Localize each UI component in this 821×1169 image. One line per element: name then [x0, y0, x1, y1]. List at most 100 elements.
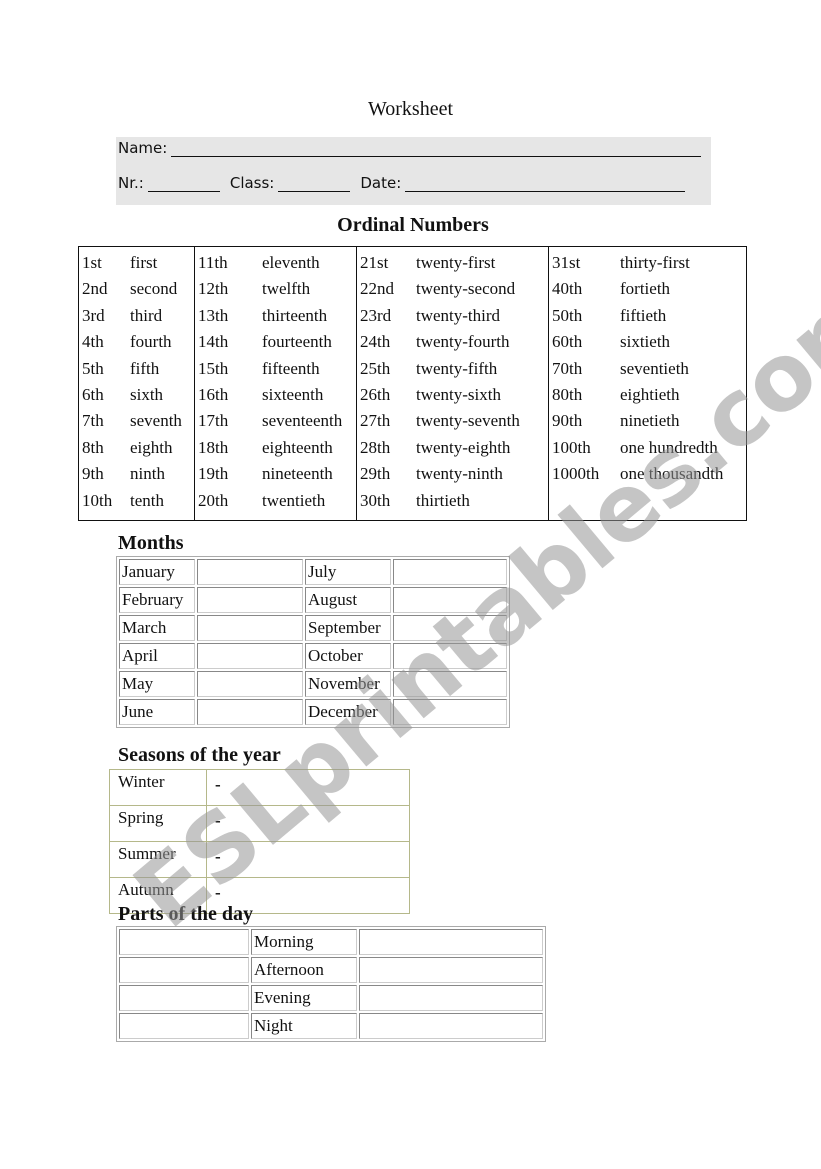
- ordinal-row: 22nd twenty-second: [360, 276, 546, 302]
- ordinal-row: 5th fifth: [82, 356, 192, 382]
- label-cell: February: [119, 587, 195, 613]
- answer-cell[interactable]: [119, 957, 249, 983]
- ordinal-word: seventieth: [620, 358, 689, 378]
- ordinal-number: 21st: [360, 253, 389, 272]
- label-cell: September: [305, 615, 391, 641]
- ordinal-number: 22nd: [360, 279, 394, 299]
- ordinal-word: fifteenth: [262, 358, 320, 378]
- answer-cell[interactable]: [393, 671, 507, 697]
- ordinal-word: sixth: [130, 384, 164, 404]
- part-of-day-row: Morning: [119, 929, 543, 955]
- name-field[interactable]: [171, 142, 702, 157]
- season-name: Summer: [109, 841, 207, 878]
- ordinal-numbers-heading: Ordinal Numbers: [337, 214, 489, 236]
- ordinal-number: 17th: [198, 411, 229, 431]
- ordinal-row: 10th tenth: [82, 488, 192, 514]
- ordinal-row: 23rd twenty-third: [360, 303, 546, 329]
- ordinal-word: fourteenth: [262, 332, 332, 352]
- ordinal-word: eightieth: [620, 384, 680, 404]
- label-cell: Afternoon: [251, 957, 357, 983]
- answer-cell[interactable]: [359, 985, 543, 1011]
- student-info-box: Name: Nr.: Class: Date:: [116, 137, 711, 205]
- ordinal-row: 2nd second: [82, 276, 192, 302]
- answer-cell[interactable]: [393, 559, 507, 585]
- ordinal-number: 12th: [198, 279, 229, 299]
- month-row: March September: [119, 615, 507, 641]
- months-table: January July February August March September A…: [116, 556, 510, 728]
- ordinal-word: tenth: [130, 490, 164, 510]
- answer-cell[interactable]: [393, 699, 507, 725]
- nr-field[interactable]: [147, 177, 220, 192]
- ordinal-word: thirty-first: [620, 253, 690, 272]
- ordinal-row: 24th twenty-fourth: [360, 329, 546, 355]
- ordinal-word: thirteenth: [262, 305, 328, 325]
- ordinal-row: 3rd third: [82, 303, 192, 329]
- class-field[interactable]: [278, 177, 351, 192]
- ordinal-row: 7th seventh: [82, 408, 192, 434]
- ordinal-word: twenty-second: [416, 279, 516, 299]
- answer-cell[interactable]: [197, 559, 303, 585]
- answer-cell[interactable]: [119, 985, 249, 1011]
- season-answer-cell[interactable]: -: [206, 805, 410, 842]
- ordinal-numbers-table: 1st first 2nd second 3rd third 4th fourth 5th fif…: [78, 246, 747, 521]
- ordinal-row: 19th nineteenth: [198, 461, 354, 487]
- answer-cell[interactable]: [197, 643, 303, 669]
- answer-cell[interactable]: [393, 643, 507, 669]
- part-of-day-row: Night: [119, 1013, 543, 1039]
- label-cell: April: [119, 643, 195, 669]
- answer-cell[interactable]: [197, 587, 303, 613]
- ordinal-word: seventh: [130, 411, 182, 431]
- answer-cell[interactable]: [197, 615, 303, 641]
- answer-cell[interactable]: [393, 587, 507, 613]
- label-cell: Night: [251, 1013, 357, 1039]
- ordinal-column-3: 21st twenty-first 22nd twenty-second 23rd twe…: [356, 246, 549, 521]
- answer-cell[interactable]: [393, 615, 507, 641]
- ordinal-row: 12th twelfth: [198, 276, 354, 302]
- ordinal-row: 80th eightieth: [552, 382, 744, 408]
- ordinal-number: 27th: [360, 411, 391, 431]
- ordinal-number: 90th: [552, 411, 583, 431]
- label-cell: Evening: [251, 985, 357, 1011]
- ordinal-word: sixteenth: [262, 384, 324, 404]
- name-line: Name:: [118, 139, 711, 157]
- answer-cell[interactable]: [359, 929, 543, 955]
- ordinal-column-4: 31st thirty-first 40th fortieth 50th fiftieth…: [548, 246, 747, 521]
- ordinal-word: eleventh: [262, 253, 320, 272]
- ordinal-number: 28th: [360, 437, 391, 457]
- date-field[interactable]: [405, 177, 686, 192]
- label-cell: January: [119, 559, 195, 585]
- season-answer-cell[interactable]: -: [206, 841, 410, 878]
- ordinal-row: 15th fifteenth: [198, 356, 354, 382]
- ordinal-number: 11th: [198, 253, 228, 272]
- ordinal-row: 16th sixteenth: [198, 382, 354, 408]
- ordinal-row: 14th fourteenth: [198, 329, 354, 355]
- ordinal-word: twenty-eighth: [416, 437, 511, 457]
- month-row: April October: [119, 643, 507, 669]
- answer-cell[interactable]: [119, 1013, 249, 1039]
- nr-label: Nr.:: [118, 174, 144, 192]
- ordinal-word: thirtieth: [416, 490, 470, 510]
- ordinal-row: 6th sixth: [82, 382, 192, 408]
- ordinal-number: 100th: [552, 437, 591, 457]
- ordinal-row: 31st thirty-first: [552, 250, 744, 276]
- ordinal-word: fiftieth: [620, 305, 667, 325]
- date-label: Date:: [360, 174, 402, 192]
- answer-cell[interactable]: [359, 1013, 543, 1039]
- ordinal-number: 80th: [552, 384, 583, 404]
- answer-cell[interactable]: [197, 699, 303, 725]
- ordinal-row: 13th thirteenth: [198, 303, 354, 329]
- ordinal-word: ninetieth: [620, 411, 680, 431]
- season-row: Winter -: [109, 769, 410, 806]
- ordinal-word: twenty-sixth: [416, 384, 501, 404]
- ordinal-row: 8th eighth: [82, 435, 192, 461]
- ordinal-row: 30th thirtieth: [360, 488, 546, 514]
- season-answer-cell[interactable]: -: [206, 769, 410, 806]
- label-cell: August: [305, 587, 391, 613]
- ordinal-word: twelfth: [262, 279, 311, 299]
- ordinal-number: 1st: [82, 253, 102, 272]
- answer-cell[interactable]: [119, 929, 249, 955]
- answer-cell[interactable]: [359, 957, 543, 983]
- label-cell: December: [305, 699, 391, 725]
- ordinal-word: eighteenth: [262, 437, 333, 457]
- answer-cell[interactable]: [197, 671, 303, 697]
